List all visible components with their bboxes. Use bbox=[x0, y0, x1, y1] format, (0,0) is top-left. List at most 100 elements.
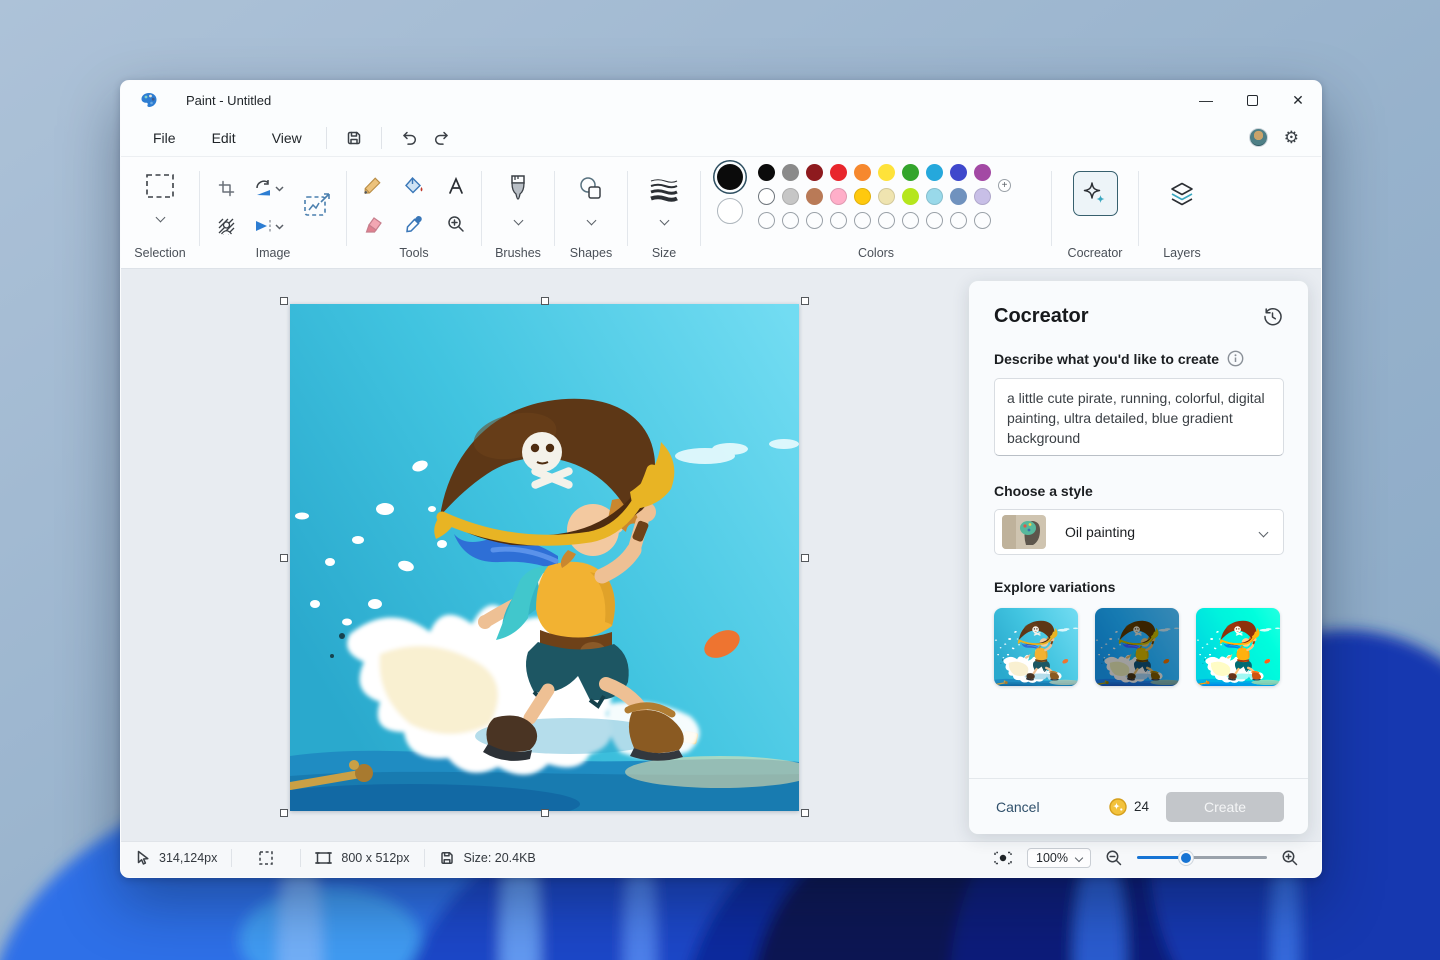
palette-color[interactable] bbox=[758, 188, 775, 205]
palette-empty-slot[interactable] bbox=[902, 212, 919, 229]
palette-color[interactable] bbox=[974, 164, 991, 181]
minimize-button[interactable]: — bbox=[1183, 81, 1229, 119]
palette-color[interactable] bbox=[854, 164, 871, 181]
text-tool-button[interactable] bbox=[437, 169, 475, 203]
zoom-out-icon[interactable] bbox=[1105, 849, 1123, 867]
layers-button[interactable] bbox=[1160, 171, 1205, 216]
info-icon[interactable] bbox=[1227, 350, 1244, 367]
cocreator-button[interactable] bbox=[1073, 171, 1118, 216]
palette-empty-slot[interactable] bbox=[806, 212, 823, 229]
fit-to-screen-icon[interactable] bbox=[993, 850, 1013, 866]
selection-dropdown-chevron[interactable] bbox=[155, 213, 165, 223]
create-button[interactable]: Create bbox=[1166, 792, 1284, 822]
menu-file[interactable]: File bbox=[139, 124, 190, 152]
brushes-dropdown-chevron[interactable] bbox=[513, 216, 523, 226]
eraser-button[interactable] bbox=[353, 207, 391, 241]
palette-color[interactable] bbox=[878, 164, 895, 181]
palette-color[interactable] bbox=[926, 188, 943, 205]
zoom-slider[interactable] bbox=[1137, 850, 1267, 866]
palette-color[interactable] bbox=[878, 188, 895, 205]
zoom-slider-track-filled bbox=[1137, 856, 1185, 860]
size-button[interactable] bbox=[649, 169, 679, 209]
palette-empty-slot[interactable] bbox=[950, 212, 967, 229]
canvas-size-icon bbox=[315, 850, 332, 866]
color-picker-button[interactable] bbox=[395, 207, 433, 241]
background-color-swatch[interactable] bbox=[717, 198, 743, 224]
maximize-button[interactable] bbox=[1229, 81, 1275, 119]
palette-color[interactable] bbox=[758, 164, 775, 181]
size-dropdown-chevron[interactable] bbox=[659, 216, 669, 226]
variation-thumbnail-3[interactable] bbox=[1196, 608, 1280, 686]
canvas-selection[interactable] bbox=[290, 304, 799, 811]
foreground-color-swatch[interactable] bbox=[717, 164, 743, 190]
palette-color[interactable] bbox=[854, 188, 871, 205]
palette-color[interactable] bbox=[830, 188, 847, 205]
style-dropdown[interactable]: Oil painting bbox=[994, 509, 1284, 555]
palette-color[interactable] bbox=[902, 164, 919, 181]
palette-color[interactable] bbox=[902, 188, 919, 205]
selection-handle[interactable] bbox=[541, 809, 549, 817]
canvas-workarea: Cocreator Describe what you'd like to cr… bbox=[121, 269, 1321, 841]
pencil-button[interactable] bbox=[353, 169, 391, 203]
save-button[interactable] bbox=[337, 124, 371, 152]
eraser-icon bbox=[362, 214, 383, 234]
palette-color[interactable] bbox=[830, 164, 847, 181]
menu-view[interactable]: View bbox=[258, 124, 316, 152]
palette-empty-slot[interactable] bbox=[782, 212, 799, 229]
palette-color[interactable] bbox=[950, 164, 967, 181]
history-icon[interactable] bbox=[1262, 306, 1283, 327]
palette-color[interactable] bbox=[974, 188, 991, 205]
prompt-input[interactable]: a little cute pirate, running, colorful,… bbox=[994, 378, 1284, 456]
magnifier-button[interactable] bbox=[437, 207, 475, 241]
image-group-label: Image bbox=[256, 246, 291, 260]
account-avatar[interactable] bbox=[1249, 128, 1268, 147]
selection-handle[interactable] bbox=[280, 809, 288, 817]
close-button[interactable]: ✕ bbox=[1275, 81, 1321, 119]
rotate-button[interactable] bbox=[247, 171, 291, 205]
cocreator-group: Cocreator bbox=[1052, 157, 1138, 268]
zoom-in-icon[interactable] bbox=[1281, 849, 1299, 867]
cancel-button[interactable]: Cancel bbox=[996, 799, 1040, 815]
menu-edit[interactable]: Edit bbox=[198, 124, 250, 152]
palette-color[interactable] bbox=[926, 164, 943, 181]
fill-button[interactable] bbox=[395, 169, 433, 203]
flip-button[interactable] bbox=[247, 209, 291, 243]
minimize-icon: — bbox=[1199, 92, 1213, 108]
variation-thumbnail-1[interactable] bbox=[994, 608, 1078, 686]
selection-handle[interactable] bbox=[801, 297, 809, 305]
canvas-image-pirate[interactable] bbox=[290, 304, 799, 811]
zoom-percent-dropdown[interactable]: 100% bbox=[1027, 848, 1091, 868]
variation-thumbnail-2[interactable] bbox=[1095, 608, 1179, 686]
crop-button[interactable] bbox=[209, 171, 243, 205]
brushes-group: Brushes bbox=[482, 157, 554, 268]
brushes-button[interactable] bbox=[507, 169, 529, 209]
palette-empty-slot[interactable] bbox=[926, 212, 943, 229]
shapes-icon bbox=[577, 175, 605, 203]
selection-tool-button[interactable] bbox=[145, 167, 175, 205]
palette-color[interactable] bbox=[806, 188, 823, 205]
palette-color[interactable] bbox=[782, 164, 799, 181]
remove-background-button[interactable] bbox=[209, 209, 243, 243]
shapes-dropdown-chevron[interactable] bbox=[586, 216, 596, 226]
palette-empty-slot[interactable] bbox=[758, 212, 775, 229]
selection-handle[interactable] bbox=[801, 554, 809, 562]
selection-handle[interactable] bbox=[280, 297, 288, 305]
palette-empty-slot[interactable] bbox=[878, 212, 895, 229]
selection-group: Selection bbox=[121, 157, 199, 268]
shapes-button[interactable] bbox=[577, 169, 605, 209]
resize-image-button[interactable] bbox=[297, 169, 337, 243]
redo-button[interactable] bbox=[426, 124, 460, 152]
selection-handle[interactable] bbox=[541, 297, 549, 305]
palette-empty-slot[interactable] bbox=[854, 212, 871, 229]
palette-color[interactable] bbox=[806, 164, 823, 181]
settings-gear-icon[interactable]: ⚙ bbox=[1284, 129, 1299, 146]
palette-color[interactable] bbox=[950, 188, 967, 205]
undo-button[interactable] bbox=[392, 124, 426, 152]
credits-coin-icon bbox=[1109, 798, 1127, 816]
zoom-slider-thumb[interactable] bbox=[1179, 851, 1193, 865]
selection-handle[interactable] bbox=[280, 554, 288, 562]
selection-handle[interactable] bbox=[801, 809, 809, 817]
palette-color[interactable] bbox=[782, 188, 799, 205]
palette-empty-slot[interactable] bbox=[974, 212, 991, 229]
palette-empty-slot[interactable] bbox=[830, 212, 847, 229]
